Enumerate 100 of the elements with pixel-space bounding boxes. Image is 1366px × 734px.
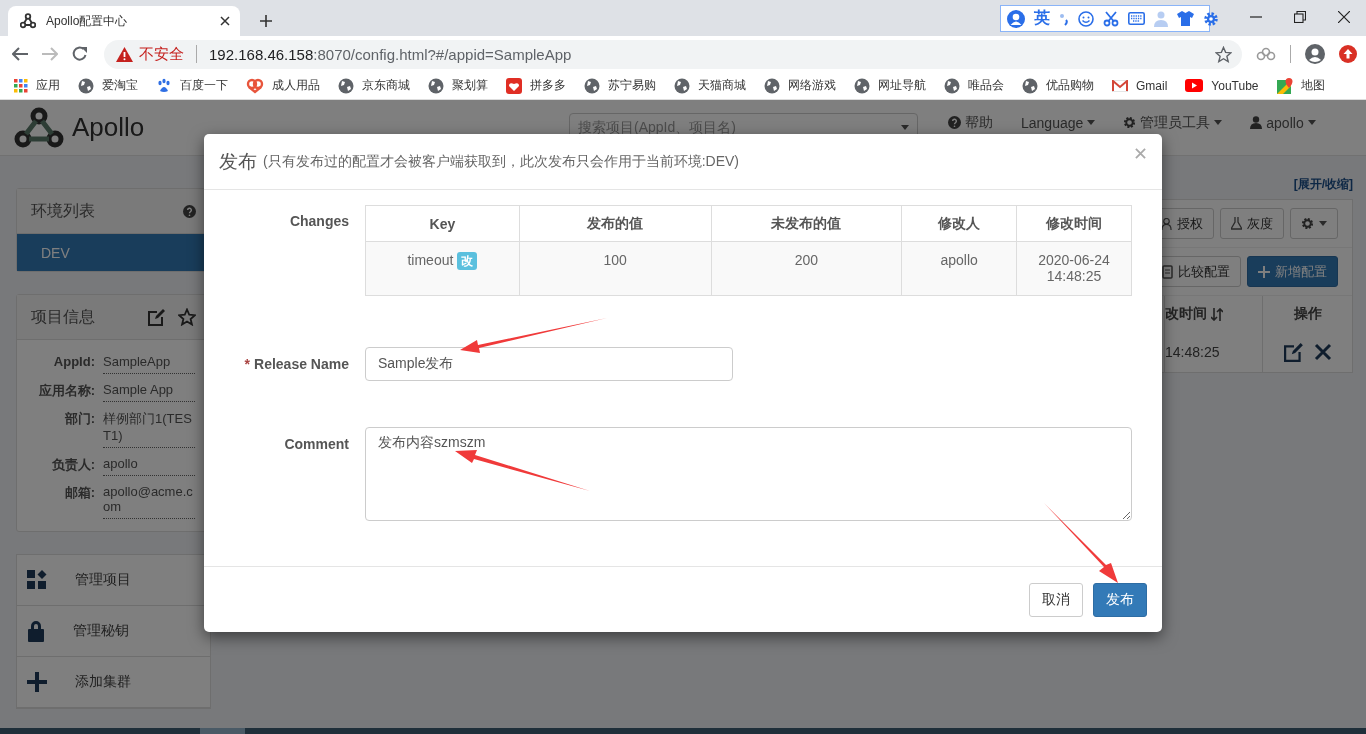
help-icon — [183, 204, 196, 218]
bookmark[interactable]: 京东商城 — [338, 77, 410, 94]
bookmark[interactable]: 爱淘宝 — [78, 77, 138, 94]
network-logo-icon — [14, 106, 64, 149]
nav-menu[interactable]: 帮助 — [948, 113, 993, 132]
star-icon — [178, 308, 196, 326]
sort-icon — [1211, 307, 1223, 321]
plus-icon — [1258, 265, 1270, 278]
publish-button[interactable]: 发布 — [1093, 583, 1147, 617]
security-label: 不安全 — [139, 44, 184, 64]
ime-mode-label[interactable]: 英 — [1034, 8, 1050, 29]
globe-icon — [944, 77, 960, 94]
close-icon — [220, 16, 230, 26]
bookmark[interactable]: 天猫商城 — [674, 77, 746, 94]
caret-icon — [1087, 120, 1096, 125]
column-header[interactable]: 改时间 — [1164, 296, 1262, 332]
info-label: 部门: — [63, 410, 95, 428]
info-value: apollo — [103, 454, 195, 476]
browser-tab[interactable]: Apollo配置中心 — [8, 6, 240, 36]
table-cell: 14:48:25 — [1164, 332, 1262, 372]
play-icon — [1185, 79, 1204, 92]
settings-dropdown[interactable] — [1290, 208, 1338, 239]
bookmark[interactable]: 苏宁易购 — [584, 77, 656, 94]
column-header: 操作 — [1262, 296, 1352, 332]
info-label: AppId: — [52, 353, 95, 371]
bookmark[interactable]: 百度一下 — [156, 77, 228, 94]
table-cell: 2020-06-24 14:48:25 — [1016, 241, 1132, 296]
bookmark[interactable]: YouTube — [1185, 78, 1259, 93]
cancel-button[interactable]: 取消 — [1029, 583, 1083, 617]
edit-icon — [148, 308, 166, 326]
reload-icon — [72, 46, 88, 62]
globe-icon — [764, 77, 780, 94]
info-label: 应用名称: — [37, 382, 95, 400]
caret-icon — [1214, 120, 1223, 125]
user-icon — [1161, 217, 1172, 230]
person-icon — [1154, 10, 1168, 27]
bookmark[interactable]: 应用 — [14, 77, 60, 94]
sidebar-item[interactable]: 添加集群 — [17, 657, 210, 708]
forward-icon — [42, 47, 58, 61]
close-button[interactable] — [1135, 148, 1146, 159]
close-icon — [1338, 11, 1350, 23]
globe-icon — [1022, 77, 1038, 94]
dialog-title: 发布 — [219, 149, 257, 174]
bookmark[interactable]: 成人用品 — [246, 77, 320, 94]
network-logo-icon — [20, 13, 36, 29]
heart-icon — [246, 77, 264, 94]
toolbar-button[interactable]: 灰度 — [1220, 208, 1284, 239]
url-text: 192.168.46.158:8070/config.html?#/appid=SampleApp — [209, 45, 573, 63]
back-icon — [12, 47, 28, 61]
column-header: Key — [365, 205, 520, 242]
modified-badge: 改 — [457, 252, 478, 270]
bookmark[interactable]: 唯品会 — [944, 77, 1004, 94]
envelope-icon — [1112, 79, 1128, 92]
address-bar[interactable]: 不安全 192.168.46.158:8070/config.html?#/appid=SampleApp — [104, 39, 1242, 69]
bookmark[interactable]: 拼多多 — [506, 77, 566, 94]
field-label: Changes — [288, 212, 349, 231]
bookmark[interactable]: 优品购物 — [1022, 77, 1094, 94]
globe-icon — [674, 77, 690, 94]
star-icon — [1215, 45, 1232, 63]
help-icon — [948, 116, 961, 129]
paw-icon — [156, 77, 172, 94]
caret-icon — [1307, 120, 1316, 125]
shirt-icon — [1177, 11, 1194, 26]
close-icon — [1135, 148, 1146, 159]
scissors-icon — [1103, 10, 1119, 27]
table-cell: 200 — [794, 252, 818, 268]
comment-field[interactable]: 发布内容szmszm — [365, 427, 1132, 521]
column-header: 修改人 — [901, 205, 1017, 242]
caret-icon — [1319, 221, 1327, 226]
warning-icon — [116, 46, 133, 62]
update-icon — [1339, 45, 1357, 63]
extension-icon — [1256, 47, 1276, 61]
field-label: * Release Name — [243, 355, 349, 374]
bookmark[interactable]: Gmail — [1112, 78, 1168, 93]
nav-menu[interactable]: apollo — [1250, 114, 1316, 131]
gear-icon — [1301, 217, 1314, 230]
edit-icon — [1283, 342, 1304, 362]
gear-icon — [1123, 116, 1137, 129]
globe-icon — [338, 77, 354, 94]
bookmark[interactable]: 网址导航 — [854, 77, 926, 94]
column-header: 修改时间 — [1016, 205, 1132, 242]
plus-icon — [27, 672, 47, 692]
bookmark[interactable]: 聚划算 — [428, 77, 488, 94]
bookmark[interactable]: 地图 — [1276, 77, 1325, 94]
user-icon — [1250, 116, 1263, 129]
map-icon — [1276, 77, 1293, 94]
panel-title: 环境列表 — [31, 200, 95, 221]
info-label: 负责人: — [50, 456, 95, 474]
globe-icon — [584, 77, 600, 94]
nav-menu[interactable]: Language — [1021, 114, 1096, 131]
release-name-field[interactable]: Sample发布 — [365, 347, 733, 381]
caret-icon — [901, 125, 909, 130]
globe-icon — [428, 77, 444, 94]
document-icon — [1162, 264, 1173, 279]
bookmark[interactable]: 网络游戏 — [764, 77, 836, 94]
nav-menu[interactable]: 管理员工具 — [1123, 113, 1223, 132]
flask-icon — [1231, 217, 1242, 230]
info-label: 邮箱: — [63, 484, 95, 502]
punctuation-icon — [1059, 11, 1069, 26]
panel-title: 项目信息 — [31, 306, 95, 327]
